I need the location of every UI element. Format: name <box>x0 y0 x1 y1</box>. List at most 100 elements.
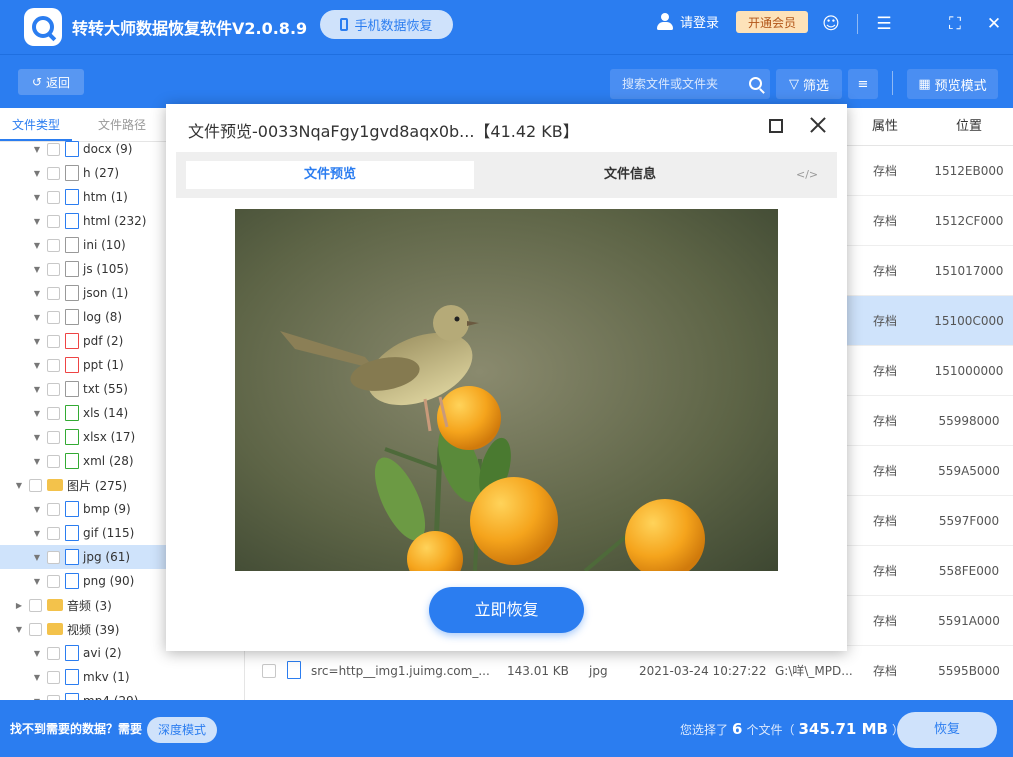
chevron-down-icon[interactable]: ▼ <box>32 241 42 250</box>
tree-checkbox[interactable] <box>47 262 60 276</box>
tree-checkbox[interactable] <box>47 286 60 300</box>
web-file-icon <box>65 189 79 205</box>
excel-file-icon <box>65 429 79 445</box>
chevron-down-icon[interactable]: ▼ <box>32 313 42 322</box>
close-icon[interactable] <box>808 115 828 135</box>
support-icon[interactable]: ☺ <box>821 14 841 34</box>
chevron-down-icon[interactable]: ▼ <box>32 145 42 154</box>
chevron-down-icon[interactable]: ▼ <box>32 409 42 418</box>
recover-now-button[interactable]: 立即恢复 <box>429 587 584 633</box>
tree-checkbox[interactable] <box>47 430 60 444</box>
tree-item-label: png (90) <box>83 574 135 588</box>
tree-checkbox[interactable] <box>47 142 60 156</box>
ppt-file-icon <box>65 357 79 373</box>
tree-checkbox[interactable] <box>47 454 60 468</box>
chevron-down-icon[interactable]: ▼ <box>14 625 24 634</box>
tree-checkbox[interactable] <box>47 550 60 564</box>
preview-mode-button[interactable]: ▦ 预览模式 <box>907 69 998 99</box>
recover-button[interactable]: 恢复 <box>897 712 997 748</box>
video-file-icon <box>65 693 79 700</box>
chevron-down-icon[interactable]: ▼ <box>32 505 42 514</box>
filter-button[interactable]: ▽ 筛选 <box>776 69 842 99</box>
preview-image <box>235 209 778 571</box>
tree-item-label: xlsx (17) <box>83 430 136 444</box>
login-button[interactable]: 请登录 <box>656 12 719 31</box>
chevron-down-icon[interactable]: ▼ <box>32 553 42 562</box>
chevron-down-icon[interactable]: ▼ <box>32 217 42 226</box>
log-file-icon <box>65 309 79 325</box>
search-input[interactable]: 搜索文件或文件夹 <box>610 69 770 99</box>
tab-file-info[interactable]: 文件信息 <box>474 161 786 189</box>
chevron-down-icon[interactable]: ▼ <box>14 481 24 490</box>
tree-checkbox[interactable] <box>47 406 60 420</box>
chevron-down-icon[interactable]: ▼ <box>32 169 42 178</box>
tree-checkbox[interactable] <box>47 574 60 588</box>
tree-item-label: 图片 (275) <box>67 478 128 493</box>
tree-item-label: bmp (9) <box>83 502 131 516</box>
tree-checkbox[interactable] <box>47 310 60 324</box>
chevron-down-icon[interactable]: ▼ <box>32 673 42 682</box>
row-checkbox[interactable] <box>262 664 276 678</box>
help-text: 找不到需要的数据？需要 <box>10 722 143 736</box>
tree-checkbox[interactable] <box>47 382 60 396</box>
chevron-down-icon[interactable]: ▼ <box>32 529 42 538</box>
tree-item[interactable]: ▼mp4 (29) <box>0 689 244 700</box>
chevron-right-icon[interactable]: ▶ <box>14 601 24 610</box>
tree-checkbox[interactable] <box>47 646 60 660</box>
search-list-icon: ≡ <box>857 76 869 92</box>
tree-item-label: js (105) <box>83 262 129 276</box>
selection-summary: 您选择了6个文件（345.71 MB） <box>680 720 904 738</box>
menu-icon[interactable]: ☰ <box>874 14 894 34</box>
tree-item-label: log (8) <box>83 310 123 324</box>
phone-recovery-button[interactable]: 手机数据恢复 <box>320 10 453 39</box>
tree-checkbox[interactable] <box>47 238 60 252</box>
tree-checkbox[interactable] <box>47 502 60 516</box>
maximize-icon[interactable]: ⛶ <box>945 14 965 34</box>
search-icon[interactable] <box>749 77 762 90</box>
tree-item-label: pdf (2) <box>83 334 124 348</box>
tree-checkbox[interactable] <box>47 526 60 540</box>
tree-checkbox[interactable] <box>47 670 60 684</box>
excel-file-icon <box>65 405 79 421</box>
deep-mode-button[interactable]: 深度模式 <box>147 717 217 743</box>
file-location: 151000000 <box>934 364 1004 378</box>
tree-checkbox[interactable] <box>29 622 42 636</box>
login-label: 请登录 <box>680 16 720 31</box>
chevron-down-icon[interactable]: ▼ <box>32 457 42 466</box>
chevron-down-icon[interactable]: ▼ <box>32 193 42 202</box>
tree-checkbox[interactable] <box>47 358 60 372</box>
tree-checkbox[interactable] <box>47 214 60 228</box>
code-icon[interactable]: </> <box>796 161 818 189</box>
column-location[interactable]: 位置 <box>925 108 1013 146</box>
chevron-down-icon[interactable]: ▼ <box>32 289 42 298</box>
chevron-down-icon[interactable]: ▼ <box>32 361 42 370</box>
tree-item-label: ini (10) <box>83 238 126 252</box>
selection-mid: 个文件（ <box>746 723 795 737</box>
chevron-down-icon[interactable]: ▼ <box>32 649 42 658</box>
chevron-down-icon[interactable]: ▼ <box>32 337 42 346</box>
tree-checkbox[interactable] <box>29 598 42 612</box>
search-list-button[interactable]: ≡ <box>848 69 878 99</box>
tree-item-label: jpg (61) <box>83 550 131 564</box>
image-file-icon <box>65 573 79 589</box>
close-icon[interactable]: ✕ <box>984 14 1004 34</box>
chevron-down-icon[interactable]: ▼ <box>32 433 42 442</box>
vip-button[interactable]: 开通会员 <box>736 11 808 33</box>
chevron-down-icon[interactable]: ▼ <box>32 385 42 394</box>
folder-icon <box>47 599 63 611</box>
tree-checkbox[interactable] <box>47 166 60 180</box>
table-row[interactable]: src=http__img1.juimg.com_... 143.01 KB j… <box>245 646 1013 696</box>
tree-checkbox[interactable] <box>47 334 60 348</box>
tab-file-preview[interactable]: 文件预览 <box>186 161 474 189</box>
tree-checkbox[interactable] <box>29 478 42 492</box>
chevron-down-icon[interactable]: ▼ <box>32 577 42 586</box>
column-attr[interactable]: 属性 <box>860 108 910 146</box>
maximize-icon[interactable] <box>769 119 783 133</box>
tree-item[interactable]: ▼ mkv (1) <box>0 665 244 689</box>
back-button[interactable]: ↺ 返回 <box>18 69 84 95</box>
selected-size: 345.71 MB <box>798 720 888 738</box>
tree-checkbox[interactable] <box>47 190 60 204</box>
tree-item-label: gif (115) <box>83 526 135 540</box>
file-path: G:\咩\_MPD... <box>775 664 853 678</box>
chevron-down-icon[interactable]: ▼ <box>32 265 42 274</box>
